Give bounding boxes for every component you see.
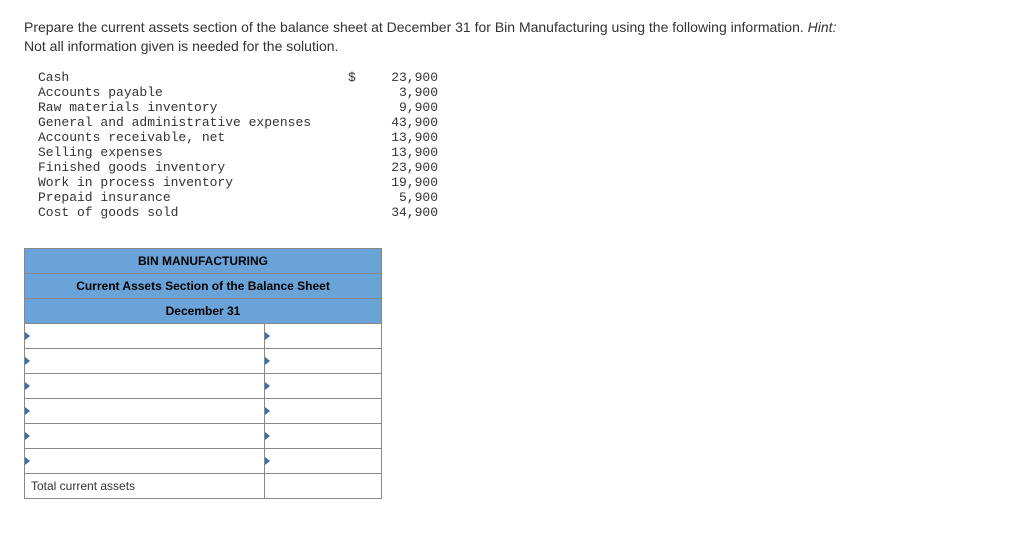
given-value: 13,900 xyxy=(360,130,438,145)
given-row: Prepaid insurance 5,900 xyxy=(38,190,1000,205)
given-dollar xyxy=(348,145,360,160)
line-item-value-input[interactable] xyxy=(265,348,382,373)
dropdown-icon xyxy=(265,407,270,415)
given-row: Selling expenses 13,900 xyxy=(38,145,1000,160)
given-row: Accounts payable 3,900 xyxy=(38,85,1000,100)
given-dollar xyxy=(348,160,360,175)
balance-sheet-table: BIN MANUFACTURING Current Assets Section… xyxy=(24,248,382,499)
dropdown-icon xyxy=(265,457,270,465)
given-value: 23,900 xyxy=(360,160,438,175)
line-item-label-input[interactable] xyxy=(25,373,265,398)
sheet-date: December 31 xyxy=(25,298,382,323)
line-item-value-input[interactable] xyxy=(265,423,382,448)
given-label: Selling expenses xyxy=(38,145,348,160)
given-label: Finished goods inventory xyxy=(38,160,348,175)
line-item-label-input[interactable] xyxy=(25,398,265,423)
dropdown-icon xyxy=(265,382,270,390)
given-value: 19,900 xyxy=(360,175,438,190)
line-item-value-input[interactable] xyxy=(265,398,382,423)
given-row: Finished goods inventory 23,900 xyxy=(38,160,1000,175)
given-row: Cost of goods sold 34,900 xyxy=(38,205,1000,220)
given-label: Cost of goods sold xyxy=(38,205,348,220)
dropdown-icon xyxy=(265,432,270,440)
given-value: 23,900 xyxy=(360,70,438,85)
given-label: Prepaid insurance xyxy=(38,190,348,205)
prompt-line2: Not all information given is needed for … xyxy=(24,38,338,54)
dropdown-icon xyxy=(265,357,270,365)
line-item-label-input[interactable] xyxy=(25,448,265,473)
given-value: 9,900 xyxy=(360,100,438,115)
given-dollar xyxy=(348,175,360,190)
dropdown-icon xyxy=(25,432,30,440)
dropdown-icon xyxy=(25,457,30,465)
given-row: Raw materials inventory 9,900 xyxy=(38,100,1000,115)
line-item-value-input[interactable] xyxy=(265,323,382,348)
total-value[interactable] xyxy=(265,473,382,498)
given-label: Raw materials inventory xyxy=(38,100,348,115)
given-dollar xyxy=(348,205,360,220)
given-value: 34,900 xyxy=(360,205,438,220)
given-label: Cash xyxy=(38,70,348,85)
given-dollar xyxy=(348,100,360,115)
given-data-list: Cash$23,900Accounts payable3,900Raw mate… xyxy=(38,70,1000,220)
given-row: Work in process inventory 19,900 xyxy=(38,175,1000,190)
given-row: Cash$23,900 xyxy=(38,70,1000,85)
given-row: Accounts receivable, net 13,900 xyxy=(38,130,1000,145)
given-row: General and administrative expenses 43,90… xyxy=(38,115,1000,130)
given-value: 3,900 xyxy=(360,85,438,100)
question-prompt: Prepare the current assets section of th… xyxy=(24,18,1000,56)
hint-label: Hint: xyxy=(808,19,837,35)
dropdown-icon xyxy=(25,357,30,365)
dropdown-icon xyxy=(265,332,270,340)
given-value: 43,900 xyxy=(360,115,438,130)
sheet-title: Current Assets Section of the Balance Sh… xyxy=(25,273,382,298)
given-dollar xyxy=(348,115,360,130)
sheet-company: BIN MANUFACTURING xyxy=(25,248,382,273)
line-item-value-input[interactable] xyxy=(265,448,382,473)
given-label: Work in process inventory xyxy=(38,175,348,190)
given-dollar xyxy=(348,85,360,100)
given-value: 13,900 xyxy=(360,145,438,160)
given-label: Accounts payable xyxy=(38,85,348,100)
line-item-label-input[interactable] xyxy=(25,348,265,373)
given-label: General and administrative expenses xyxy=(38,115,348,130)
given-dollar xyxy=(348,190,360,205)
total-label: Total current assets xyxy=(25,473,265,498)
given-dollar xyxy=(348,130,360,145)
dropdown-icon xyxy=(25,332,30,340)
line-item-label-input[interactable] xyxy=(25,323,265,348)
line-item-label-input[interactable] xyxy=(25,423,265,448)
given-value: 5,900 xyxy=(360,190,438,205)
given-label: Accounts receivable, net xyxy=(38,130,348,145)
dropdown-icon xyxy=(25,382,30,390)
given-dollar: $ xyxy=(348,70,360,85)
prompt-text: Prepare the current assets section of th… xyxy=(24,19,808,35)
line-item-value-input[interactable] xyxy=(265,373,382,398)
dropdown-icon xyxy=(25,407,30,415)
